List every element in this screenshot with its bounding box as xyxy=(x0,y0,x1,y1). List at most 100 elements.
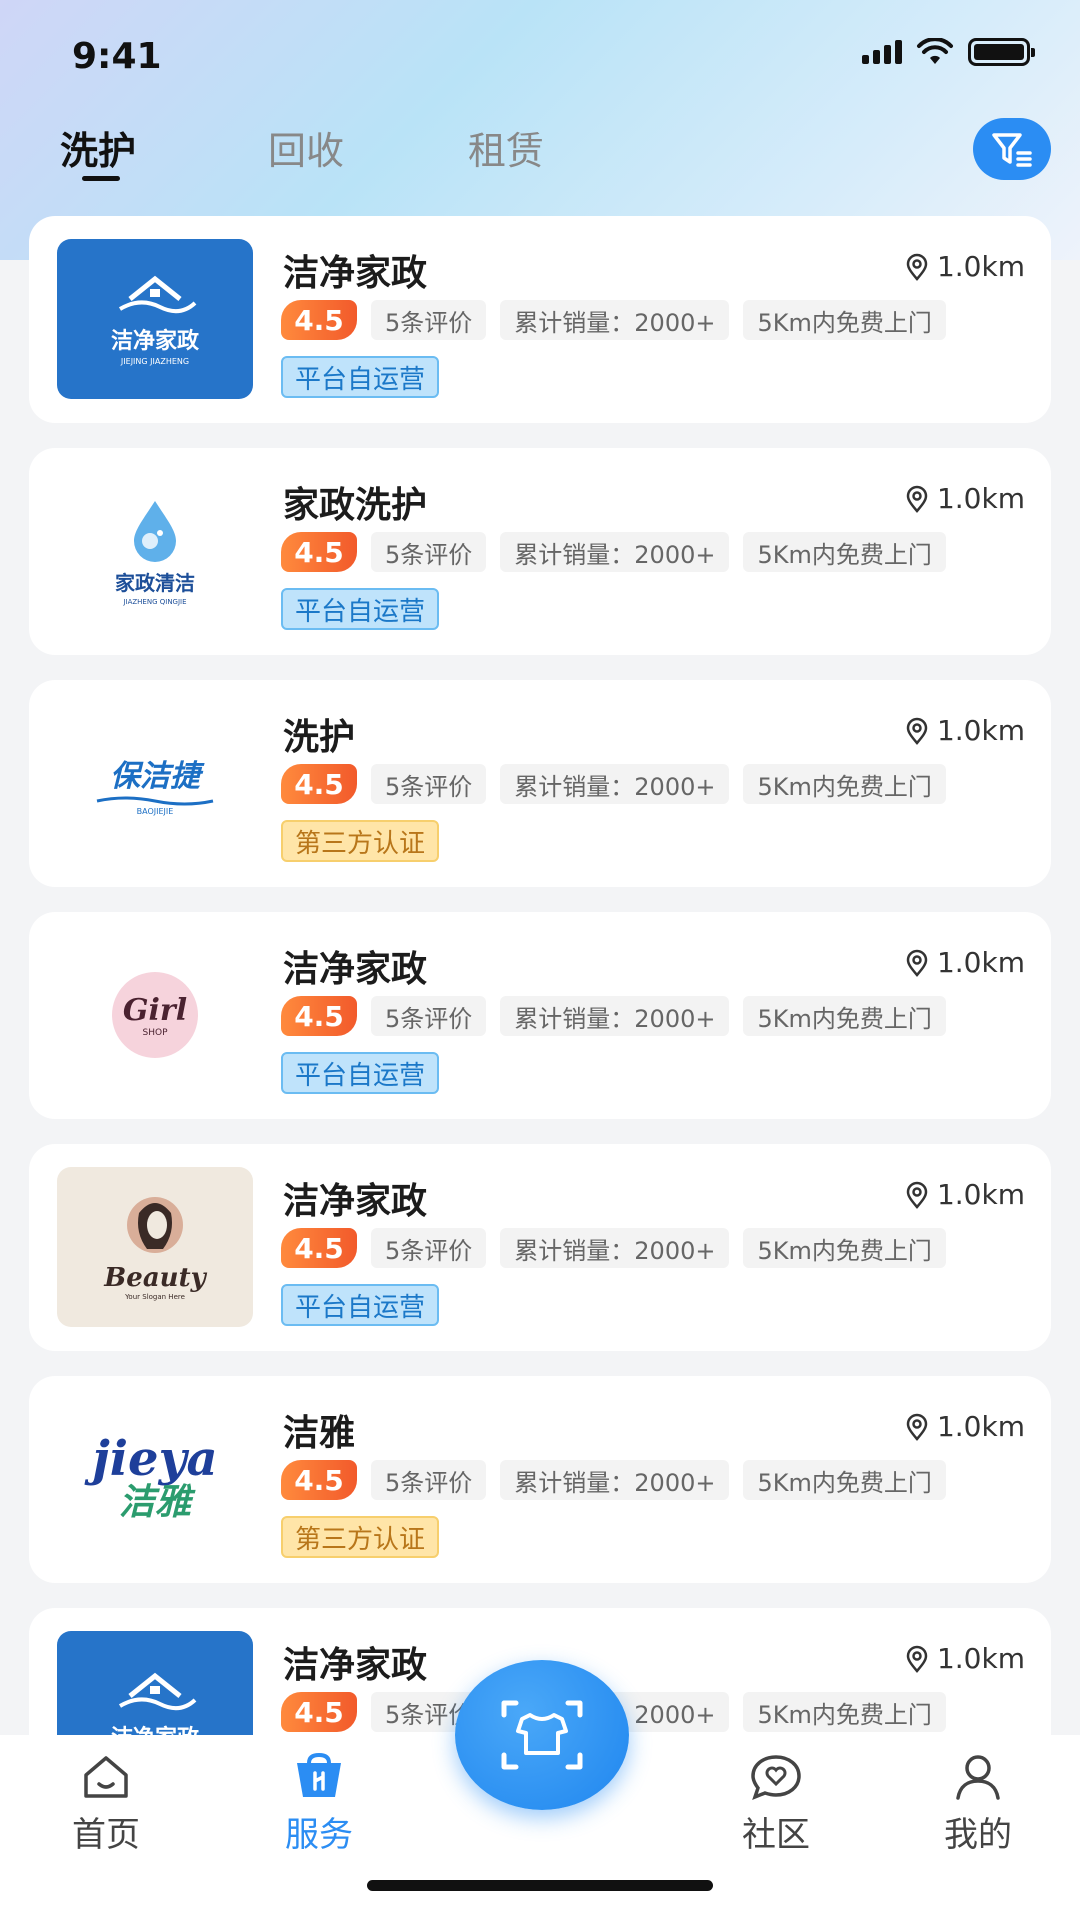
certification-badge: 平台自运营 xyxy=(281,1052,440,1094)
store-logo: Girl SHOP xyxy=(57,935,253,1095)
woman-portrait-logo-icon xyxy=(127,1197,183,1253)
service-chip: 5Km内免费上门 xyxy=(743,764,946,804)
distance-value: 1.0km xyxy=(936,714,1025,747)
nav-service[interactable]: 服务 xyxy=(259,1753,379,1856)
nav-profile[interactable]: 我的 xyxy=(918,1753,1038,1856)
logo-subtext: 洁雅 xyxy=(118,1482,191,1524)
store-chips: 4.5 5条评价 累计销量：2000+ 5Km内免费上门 xyxy=(281,532,946,572)
distance-value: 1.0km xyxy=(936,1178,1025,1211)
store-distance: 1.0km xyxy=(905,250,1025,283)
water-drop-logo-icon xyxy=(134,500,176,562)
store-card[interactable]: 家政清洁 JIAZHENG QINGJIE 家政洗护 1.0km 4.5 5条评… xyxy=(29,448,1051,655)
sales-chip: 累计销量：2000+ xyxy=(500,996,730,1036)
store-card[interactable]: 洁净家政 JIEJING JIAZHENG 洁净家政 1.0km 4.5 5条评… xyxy=(29,216,1051,423)
nav-profile-label: 我的 xyxy=(944,1815,1012,1855)
store-name: 洁净家政 xyxy=(283,1181,428,1222)
store-chips: 4.5 5条评价 累计销量：2000+ 5Km内免费上门 xyxy=(281,1228,946,1268)
store-card[interactable]: Beauty Your Slogan Here 洁净家政 1.0km 4.5 5… xyxy=(29,1144,1051,1351)
home-indicator xyxy=(367,1880,713,1891)
house-wave-logo-icon xyxy=(118,275,197,313)
location-pin-icon xyxy=(906,1413,928,1441)
location-pin-icon xyxy=(906,949,928,977)
certification-badge: 第三方认证 xyxy=(281,820,440,862)
service-chip: 5Km内免费上门 xyxy=(743,300,946,340)
logo-text: 家政清洁 xyxy=(115,570,195,595)
service-chip: 5Km内免费上门 xyxy=(743,1460,946,1500)
distance-value: 1.0km xyxy=(936,1642,1025,1675)
store-chips: 4.5 5条评价 累计销量：2000+ 5Km内免费上门 xyxy=(281,300,946,340)
review-count-chip: 5条评价 xyxy=(371,764,487,804)
scan-clothes-button[interactable] xyxy=(455,1660,629,1810)
girl-shop-emblem: Girl SHOP xyxy=(112,972,198,1058)
store-logo: 家政清洁 JIAZHENG QINGJIE xyxy=(57,471,253,631)
logo-subtext: Your Slogan Here xyxy=(125,1293,185,1301)
review-count-chip: 5条评价 xyxy=(371,1460,487,1500)
certification-badge: 平台自运营 xyxy=(281,356,440,398)
nav-home[interactable]: 首页 xyxy=(46,1753,166,1856)
store-card[interactable]: 保洁捷 BAOJIEJIE 洗护 1.0km 4.5 5条评价 累计销量：200… xyxy=(29,680,1051,887)
store-distance: 1.0km xyxy=(905,482,1025,515)
profile-icon xyxy=(956,1755,1000,1800)
store-logo: Beauty Your Slogan Here xyxy=(57,1167,253,1327)
store-name: 洗护 xyxy=(283,717,356,758)
store-logo: 保洁捷 BAOJIEJIE xyxy=(57,703,253,863)
nav-home-label: 首页 xyxy=(72,1815,140,1855)
location-pin-icon xyxy=(906,1645,928,1673)
store-name: 家政洗护 xyxy=(283,485,428,526)
service-chip: 5Km内免费上门 xyxy=(743,996,946,1036)
community-icon xyxy=(751,1755,801,1801)
logo-subtext: SHOP xyxy=(142,1027,168,1038)
logo-text: 洁净家政 xyxy=(111,1720,199,1735)
store-distance: 1.0km xyxy=(905,1178,1025,1211)
store-distance: 1.0km xyxy=(905,1410,1025,1443)
store-distance: 1.0km xyxy=(905,1642,1025,1675)
review-count-chip: 5条评价 xyxy=(371,300,487,340)
store-name: 洁净家政 xyxy=(283,1645,428,1686)
distance-value: 1.0km xyxy=(936,946,1025,979)
store-list: 洁净家政 JIEJING JIAZHENG 洁净家政 1.0km 4.5 5条评… xyxy=(0,0,1080,1735)
logo-text: 保洁捷 xyxy=(110,758,200,794)
store-distance: 1.0km xyxy=(905,946,1025,979)
logo-subtext: JIAZHENG QINGJIE xyxy=(123,597,187,606)
nav-community[interactable]: 社区 xyxy=(716,1753,836,1856)
store-chips: 4.5 5条评价 累计销量：2000+ 5Km内免费上门 xyxy=(281,764,946,804)
sales-chip: 累计销量：2000+ xyxy=(500,532,730,572)
sales-chip: 累计销量：2000+ xyxy=(500,300,730,340)
distance-value: 1.0km xyxy=(936,482,1025,515)
store-logo: 洁净家政 JIEJING JIAZHENG xyxy=(57,239,253,399)
rating-badge: 4.5 xyxy=(281,1692,357,1732)
service-chip: 5Km内免费上门 xyxy=(743,1692,946,1732)
service-chip: 5Km内免费上门 xyxy=(743,1228,946,1268)
location-pin-icon xyxy=(906,717,928,745)
location-pin-icon xyxy=(906,253,928,281)
store-card[interactable]: Girl SHOP 洁净家政 1.0km 4.5 5条评价 累计销量：2000+… xyxy=(29,912,1051,1119)
store-name: 洁净家政 xyxy=(283,949,428,990)
review-count-chip: 5条评价 xyxy=(371,532,487,572)
certification-badge: 平台自运营 xyxy=(281,588,440,630)
rating-badge: 4.5 xyxy=(281,996,357,1036)
rating-badge: 4.5 xyxy=(281,532,357,572)
sales-chip: 累计销量：2000+ xyxy=(500,1228,730,1268)
logo-subtext: BAOJIEJIE xyxy=(136,806,174,816)
service-bag-icon xyxy=(297,1753,341,1797)
rating-badge: 4.5 xyxy=(281,300,357,340)
store-logo: jieya 洁雅 xyxy=(57,1399,253,1559)
store-card[interactable]: jieya 洁雅 洁雅 1.0km 4.5 5条评价 累计销量：2000+ 5K… xyxy=(29,1376,1051,1583)
review-count-chip: 5条评价 xyxy=(371,1228,487,1268)
logo-text: 洁净家政 xyxy=(110,328,199,354)
distance-value: 1.0km xyxy=(936,1410,1025,1443)
sales-chip: 累计销量：2000+ xyxy=(500,764,730,804)
house-wave-logo-icon xyxy=(118,1672,197,1711)
logo-text: jieya xyxy=(92,1431,218,1488)
store-distance: 1.0km xyxy=(905,714,1025,747)
home-icon xyxy=(84,1756,128,1798)
certification-badge: 第三方认证 xyxy=(281,1516,440,1558)
nav-service-label: 服务 xyxy=(285,1815,353,1855)
certification-badge: 平台自运营 xyxy=(281,1284,440,1326)
store-logo: 洁净家政 xyxy=(57,1631,253,1735)
store-chips: 4.5 5条评价 累计销量：2000+ 5Km内免费上门 xyxy=(281,1460,946,1500)
location-pin-icon xyxy=(906,1181,928,1209)
rating-badge: 4.5 xyxy=(281,1460,357,1500)
rating-badge: 4.5 xyxy=(281,764,357,804)
store-name: 洁净家政 xyxy=(283,253,428,294)
